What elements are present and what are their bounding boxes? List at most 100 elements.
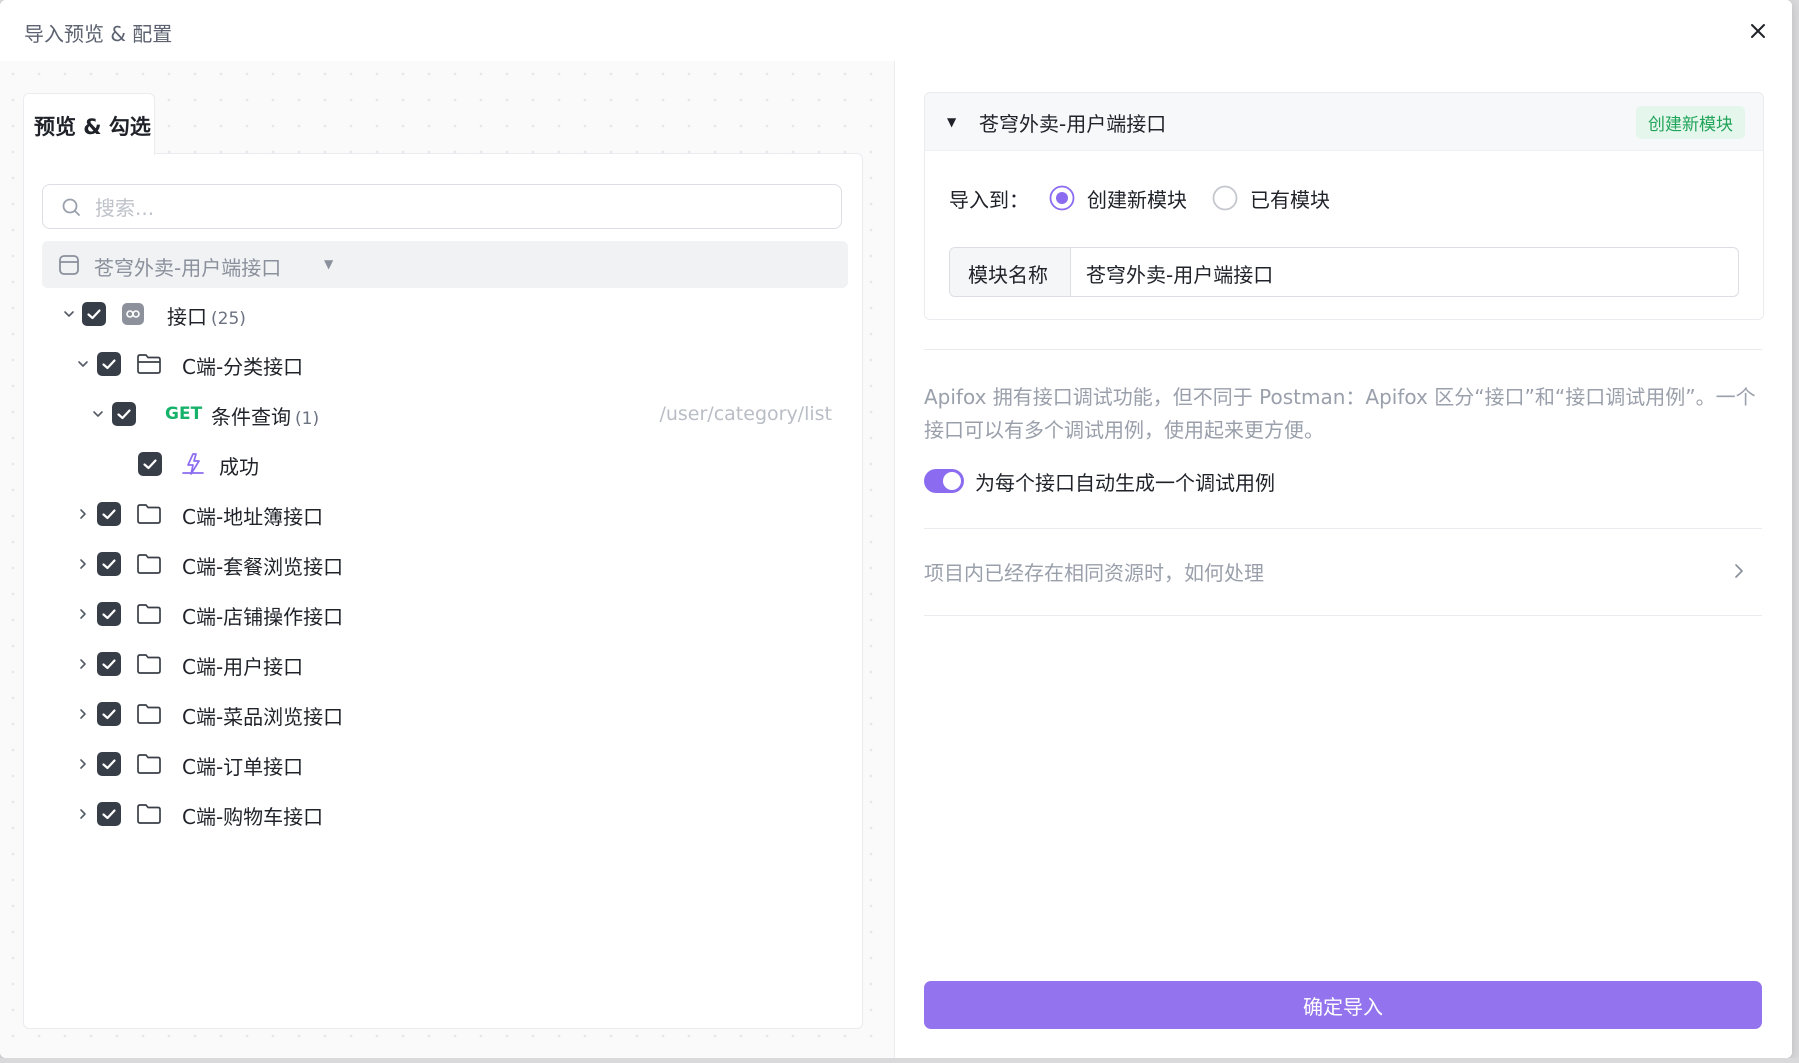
api-icon bbox=[122, 303, 144, 325]
check-icon bbox=[102, 659, 116, 670]
checkbox[interactable] bbox=[97, 552, 121, 576]
http-method-badge: GET bbox=[165, 404, 203, 424]
tree-folder-category: C端-分类接口 bbox=[24, 344, 854, 384]
search-input[interactable] bbox=[93, 191, 817, 224]
conflict-handling-row[interactable]: 项目内已经存在相同资源时，如何处理 bbox=[924, 528, 1762, 615]
checkbox[interactable] bbox=[97, 352, 121, 376]
tree-node-label: 成功 bbox=[219, 455, 259, 479]
module-card-header[interactable]: ▼ 苍穹外卖-用户端接口 创建新模块 bbox=[925, 93, 1763, 151]
chevron-right-icon[interactable] bbox=[75, 506, 91, 522]
folder-icon bbox=[137, 654, 161, 674]
tab-preview-select[interactable]: 预览 & 勾选 bbox=[23, 93, 155, 155]
tree-node-label: C端-分类接口 bbox=[182, 355, 304, 379]
check-icon bbox=[102, 509, 116, 520]
radio-existing-module-label[interactable]: 已有模块 bbox=[1250, 184, 1330, 213]
test-case-icon bbox=[182, 453, 204, 475]
tree-node-label: C端-用户接口 bbox=[182, 655, 304, 679]
chevron-right-icon[interactable] bbox=[75, 706, 91, 722]
tree-folder: C端-购物车接口 bbox=[24, 794, 854, 834]
check-icon bbox=[102, 709, 116, 720]
tree-node-root: 接口 (25) bbox=[24, 294, 854, 334]
chevron-right-icon[interactable] bbox=[75, 656, 91, 672]
checkbox[interactable] bbox=[97, 602, 121, 626]
tree-test-case: 成功 bbox=[24, 444, 854, 484]
check-icon bbox=[102, 559, 116, 570]
toggle-knob bbox=[943, 472, 961, 490]
radio-existing-module[interactable] bbox=[1212, 185, 1238, 211]
close-button[interactable] bbox=[1744, 17, 1772, 45]
folder-icon bbox=[137, 604, 161, 624]
checkbox[interactable] bbox=[138, 452, 162, 476]
import-to-label: 导入到： bbox=[949, 188, 1029, 212]
preview-panel: 苍穹外卖-用户端接口 ▼ 接口(25) bbox=[23, 153, 863, 1029]
chevron-down-icon[interactable] bbox=[75, 356, 91, 372]
tree-folder: C端-菜品浏览接口 bbox=[24, 694, 854, 734]
tab-label: 预览 & 勾选 bbox=[34, 115, 151, 139]
caret-down-icon[interactable]: ▼ bbox=[947, 115, 956, 129]
checkbox[interactable] bbox=[97, 802, 121, 826]
check-icon bbox=[143, 459, 157, 470]
checkbox[interactable] bbox=[97, 752, 121, 776]
tree-node-label: C端-店铺操作接口 bbox=[182, 605, 344, 629]
tree-node-label: C端-套餐浏览接口 bbox=[182, 555, 344, 579]
checkbox[interactable] bbox=[82, 302, 106, 326]
folder-open-icon bbox=[137, 354, 161, 374]
module-name-addon: 模块名称 bbox=[950, 248, 1071, 296]
check-icon bbox=[117, 409, 131, 420]
chevron-right-icon[interactable] bbox=[75, 556, 91, 572]
module-card-title: 苍穹外卖-用户端接口 bbox=[979, 112, 1167, 136]
tree-endpoint: GET 条件查询 (1) /user/category/list bbox=[24, 394, 854, 434]
chevron-right-icon[interactable] bbox=[75, 756, 91, 772]
chevron-right-icon bbox=[1735, 564, 1743, 578]
tree-folder: C端-地址簿接口 bbox=[24, 494, 854, 534]
new-module-badge: 创建新模块 bbox=[1636, 106, 1745, 139]
config-pane: ▼ 苍穹外卖-用户端接口 创建新模块 导入到： 创建新模块 已有模块 模块名称 bbox=[895, 61, 1792, 1058]
tree-folder: C端-套餐浏览接口 bbox=[24, 544, 854, 584]
project-selector[interactable]: 苍穹外卖-用户端接口 ▼ bbox=[42, 241, 848, 288]
auto-debug-case-toggle[interactable] bbox=[924, 469, 964, 493]
folder-icon bbox=[137, 504, 161, 524]
confirm-import-button[interactable]: 确定导入 bbox=[924, 981, 1762, 1029]
tree-folder: C端-订单接口 bbox=[24, 744, 854, 784]
module-name-input[interactable] bbox=[1084, 256, 1728, 290]
search-icon bbox=[62, 198, 80, 216]
project-name: 苍穹外卖-用户端接口 bbox=[94, 256, 282, 280]
chevron-down-icon[interactable] bbox=[90, 406, 106, 422]
tree-node-label: 条件查询 (1) bbox=[211, 405, 320, 429]
database-icon bbox=[59, 255, 79, 275]
checkbox[interactable] bbox=[97, 702, 121, 726]
module-name-label: 模块名称 bbox=[968, 263, 1048, 287]
search-box bbox=[42, 184, 842, 229]
tree-node-label: C端-地址簿接口 bbox=[182, 505, 324, 529]
folder-icon bbox=[137, 704, 161, 724]
module-card: ▼ 苍穹外卖-用户端接口 创建新模块 导入到： 创建新模块 已有模块 模块名称 bbox=[924, 92, 1764, 320]
chevron-right-icon[interactable] bbox=[75, 806, 91, 822]
close-icon bbox=[1751, 24, 1765, 38]
preview-pane: 预览 & 勾选 苍穹外卖-用户端接口 ▼ bbox=[0, 61, 895, 1058]
endpoint-path: /user/category/list bbox=[659, 403, 832, 425]
tree-node-label: C端-订单接口 bbox=[182, 755, 304, 779]
radio-create-new[interactable] bbox=[1049, 185, 1075, 211]
checkbox[interactable] bbox=[97, 502, 121, 526]
check-icon bbox=[102, 609, 116, 620]
tree-node-label: 接口 (25) bbox=[167, 305, 246, 329]
import-dialog: 导入预览 & 配置 预览 & 勾选 苍 bbox=[0, 0, 1792, 1058]
background-strip bbox=[0, 1058, 1799, 1063]
dialog-header: 导入预览 & 配置 bbox=[0, 0, 1792, 62]
module-name-field: 模块名称 bbox=[949, 247, 1739, 297]
checkbox[interactable] bbox=[97, 652, 121, 676]
folder-icon bbox=[137, 754, 161, 774]
auto-debug-case-label: 为每个接口自动生成一个调试用例 bbox=[975, 471, 1275, 495]
folder-icon bbox=[137, 804, 161, 824]
check-icon bbox=[102, 809, 116, 820]
caret-down-icon[interactable]: ▼ bbox=[324, 257, 333, 271]
chevron-down-icon[interactable] bbox=[61, 306, 77, 322]
check-icon bbox=[87, 309, 101, 320]
chevron-right-icon[interactable] bbox=[75, 606, 91, 622]
dialog-title: 导入预览 & 配置 bbox=[24, 22, 173, 46]
tree-node-label: C端-购物车接口 bbox=[182, 805, 324, 829]
radio-create-new-label[interactable]: 创建新模块 bbox=[1087, 184, 1187, 213]
checkbox[interactable] bbox=[112, 402, 136, 426]
conflict-handling-label: 项目内已经存在相同资源时，如何处理 bbox=[924, 561, 1264, 585]
tree-folder: C端-店铺操作接口 bbox=[24, 594, 854, 634]
